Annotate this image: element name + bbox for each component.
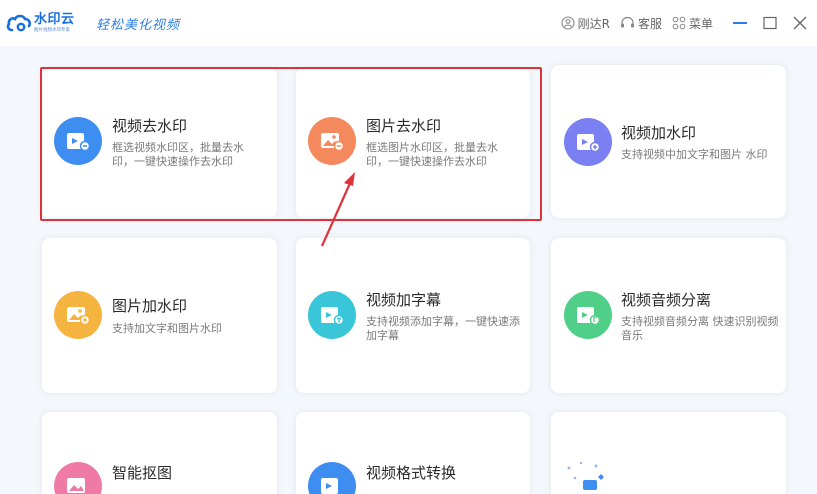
minimize-button[interactable] (727, 10, 753, 36)
tool-title: 图片加水印 (112, 297, 188, 315)
user-account-button[interactable]: 刚达R (561, 15, 610, 32)
app-name: 水印云 (34, 11, 75, 27)
tool-card-video-add-watermark[interactable]: 视频加水印 支持视频中加文字和图片 水印 (551, 65, 786, 218)
app-slogan: 轻松美化视频 (96, 18, 181, 33)
tool-card-video-format-convert[interactable]: 视频格式转换 (296, 412, 530, 494)
video-icon (308, 462, 356, 494)
video-icon (308, 291, 356, 339)
tool-title: 视频加水印 (621, 124, 697, 142)
image-icon (308, 117, 356, 165)
tool-description: 框选视频水印区，批量去水印，一键快速操作去水印 (112, 141, 244, 168)
tool-description: 框选图片水印区，批量去水印，一键快速操作去水印 (366, 141, 498, 168)
minimize-icon (733, 22, 747, 24)
close-button[interactable] (787, 10, 813, 36)
tool-card-video-add-subtitle[interactable]: 视频加字幕 支持视频添加字幕，一键快速添加字幕 (296, 238, 530, 393)
cloud-logo-icon (6, 14, 32, 32)
app-logo: 水印云 图片视频水印专家 (6, 9, 106, 37)
tool-description: 支持视频中加文字和图片 水印 (621, 148, 768, 161)
tool-title: 视频音频分离 (621, 291, 712, 309)
grid-menu-icon (672, 16, 686, 30)
sparkle-icon (567, 461, 604, 490)
tool-card-image-add-watermark[interactable]: 图片加水印 支持加文字和图片水印 (42, 238, 277, 393)
user-icon (561, 16, 575, 30)
tool-title: 智能抠图 (112, 464, 173, 482)
service-label: 客服 (637, 16, 662, 31)
tool-card-smart-cutout[interactable]: 智能抠图 (42, 412, 277, 494)
title-bar: 水印云 图片视频水印专家 轻松美化视频 刚达R 客服 菜单 (0, 0, 817, 46)
image-icon (54, 462, 102, 494)
tool-title: 视频加字幕 (366, 291, 442, 309)
customer-service-button[interactable]: 客服 (620, 15, 662, 32)
menu-label: 菜单 (688, 16, 713, 31)
tool-card-image-remove-watermark[interactable]: 图片去水印 框选图片水印区，批量去水印，一键快速操作去水印 (296, 68, 530, 218)
tool-title: 图片去水印 (366, 117, 442, 135)
tool-card-video-audio-separate[interactable]: 视频音频分离 支持视频音频分离 快速识别视频音乐 (551, 238, 786, 393)
tool-card-video-remove-watermark[interactable]: 视频去水印 框选视频水印区，批量去水印，一键快速操作去水印 (42, 68, 277, 218)
video-icon (564, 118, 612, 166)
tool-description: 支持视频音频分离 快速识别视频音乐 (621, 315, 779, 342)
menu-button[interactable]: 菜单 (672, 15, 713, 32)
tool-card-more[interactable] (551, 412, 786, 494)
headset-icon (620, 16, 634, 28)
maximize-icon (763, 16, 777, 30)
close-icon (793, 16, 807, 30)
tool-description: 支持加文字和图片水印 (112, 322, 222, 335)
app-subtitle: 图片视频水印专家 (34, 26, 71, 33)
video-icon (54, 117, 102, 165)
tool-description: 支持视频添加字幕，一键快速添加字幕 (366, 315, 520, 342)
user-name: 刚达R (577, 16, 610, 31)
tool-title: 视频格式转换 (366, 464, 457, 482)
video-icon (564, 291, 612, 339)
maximize-button[interactable] (757, 10, 783, 36)
tool-title: 视频去水印 (112, 117, 188, 135)
image-icon (54, 291, 102, 339)
